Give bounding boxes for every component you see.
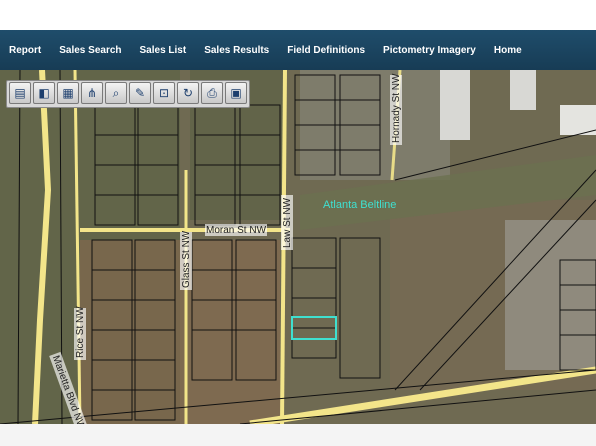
nav-home[interactable]: Home [485, 45, 531, 56]
select-icon[interactable]: ⊡ [153, 82, 175, 104]
nav-sales-results[interactable]: Sales Results [195, 45, 278, 56]
map-toolbar: ▤ ◧ ▦ ⋔ ⌕ ✎ ⊡ ↻ ⎙ ▣ [6, 80, 250, 108]
hornady-st-label-group: Hornady St NW [390, 73, 402, 145]
main-nav: Report Sales Search Sales List Sales Res… [0, 30, 596, 70]
glass-st-label: Glass St NW [181, 230, 192, 288]
top-header [0, 0, 596, 30]
pencil-icon[interactable]: ✎ [129, 82, 151, 104]
scrapyard [505, 220, 596, 370]
nav-pictometry-imagery[interactable]: Pictometry Imagery [374, 45, 485, 56]
map-icon[interactable]: ▤ [9, 82, 31, 104]
aerial-icon[interactable]: ▦ [57, 82, 79, 104]
law-st-label: Law St NW [282, 197, 293, 248]
hornady-st-label: Hornady St NW [391, 73, 402, 143]
nav-sales-search[interactable]: Sales Search [50, 45, 130, 56]
law-st-label-group: Law St NW [281, 195, 293, 250]
atlanta-beltline-label: Atlanta Beltline [323, 199, 396, 211]
glass-st-label-group: Glass St NW [180, 230, 192, 290]
save-icon[interactable]: ▣ [225, 82, 247, 104]
magnifier-icon[interactable]: ⌕ [105, 82, 127, 104]
parcel-map[interactable]: Moran St NW Law St NW Glass St NW Hornad… [0, 70, 596, 424]
building-roof-1 [440, 70, 470, 140]
aerial-imagery: Moran St NW Law St NW Glass St NW Hornad… [0, 70, 596, 424]
nav-field-definitions[interactable]: Field Definitions [278, 45, 374, 56]
rice-st-label: Rice St NW [75, 306, 86, 358]
refresh-icon[interactable]: ↻ [177, 82, 199, 104]
rice-st-label-group: Rice St NW [74, 306, 86, 360]
print-icon[interactable]: ⎙ [201, 82, 223, 104]
building-roof-3 [560, 105, 596, 135]
layers-icon[interactable]: ◧ [33, 82, 55, 104]
nav-report[interactable]: Report [0, 45, 50, 56]
moran-st-label: Moran St NW [206, 225, 267, 236]
footer-bar [0, 424, 596, 446]
building-roof-2 [510, 70, 536, 110]
network-icon[interactable]: ⋔ [81, 82, 103, 104]
nav-sales-list[interactable]: Sales List [131, 45, 196, 56]
